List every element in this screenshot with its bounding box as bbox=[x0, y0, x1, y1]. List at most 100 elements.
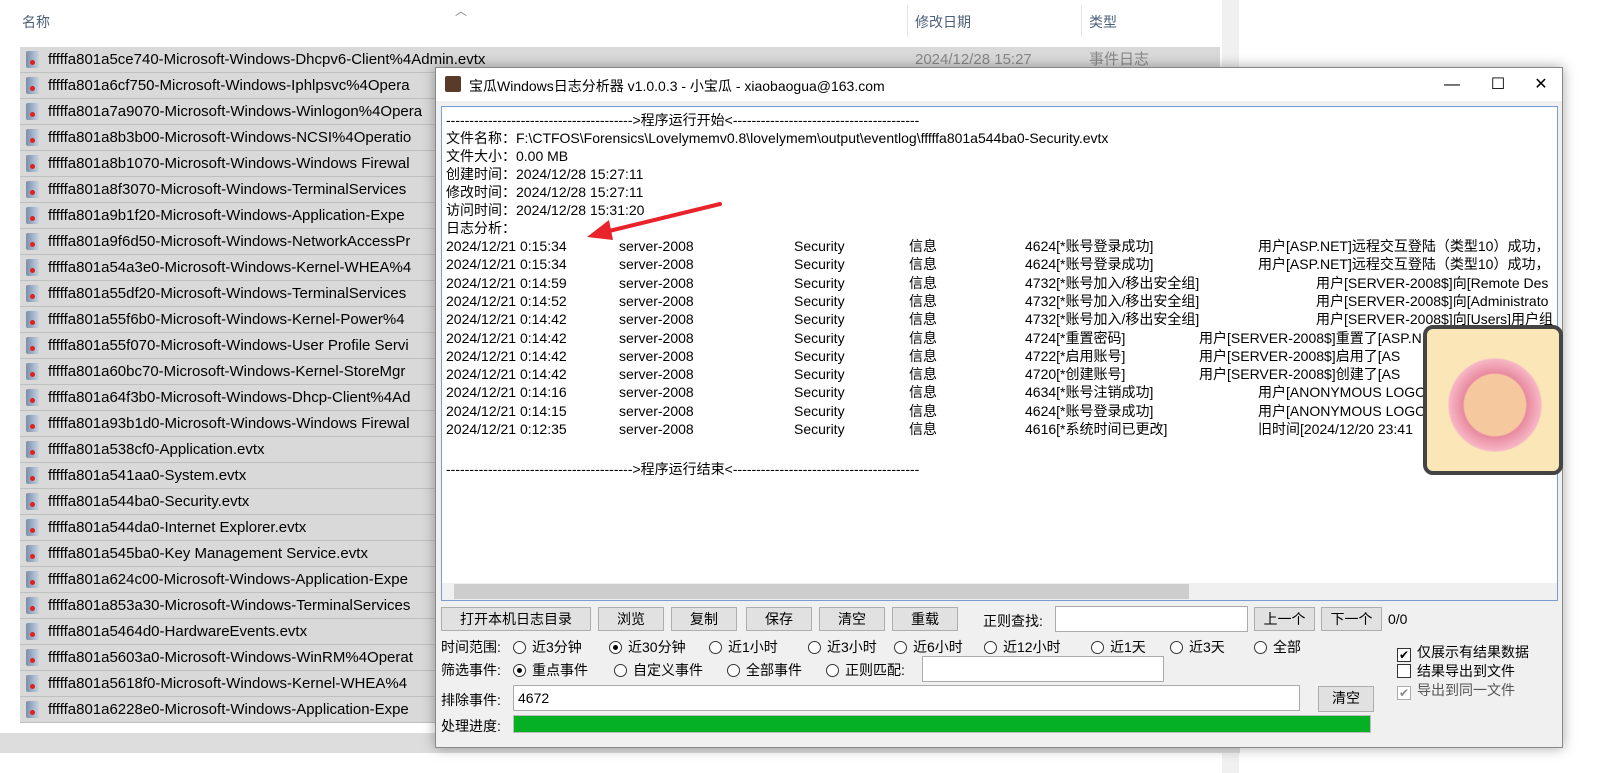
time-range-radio[interactable]: 近1天 bbox=[1091, 637, 1146, 657]
log-entry-host: server-2008 bbox=[619, 421, 694, 437]
reload-button[interactable]: 重载 bbox=[892, 607, 958, 631]
next-match-button[interactable]: 下一个 bbox=[1321, 607, 1382, 631]
time-range-radio[interactable]: 全部 bbox=[1254, 637, 1301, 657]
close-button[interactable]: ✕ bbox=[1518, 68, 1564, 101]
filter-radio[interactable]: 重点事件 bbox=[513, 660, 588, 680]
radio-label: 全部 bbox=[1273, 639, 1301, 655]
column-header-type[interactable]: 类型 bbox=[1089, 12, 1117, 32]
event-log-file-icon bbox=[26, 233, 39, 250]
radio-circle-icon[interactable] bbox=[1170, 641, 1183, 654]
copy-button[interactable]: 复制 bbox=[671, 607, 737, 631]
title-bar[interactable]: 宝瓜Windows日志分析器 v1.0.0.3 - 小宝瓜 - xiaobaog… bbox=[436, 68, 1562, 101]
event-log-file-icon bbox=[26, 181, 39, 198]
filter-radio[interactable]: 正则匹配: bbox=[826, 660, 905, 680]
radio-circle-icon[interactable] bbox=[826, 664, 839, 677]
log-entry-row: 2024/12/21 0:14:42 server-2008 Security 信息 4… bbox=[446, 365, 1557, 383]
time-range-radio[interactable]: 近3天 bbox=[1170, 637, 1225, 657]
scrollbar-thumb[interactable] bbox=[454, 584, 1189, 599]
cartoon-sticker-image bbox=[1423, 325, 1563, 475]
option-checkbox[interactable]: ✔ 仅展示有结果数据 bbox=[1397, 642, 1529, 662]
file-name: fffffa801a55df20-Microsoft-Windows-Termi… bbox=[48, 285, 407, 302]
log-horizontal-scrollbar[interactable] bbox=[442, 583, 1557, 600]
file-name: fffffa801a55f6b0-Microsoft-Windows-Kerne… bbox=[48, 311, 405, 328]
event-log-file-icon bbox=[26, 103, 39, 120]
checkbox-icon[interactable]: ✔ bbox=[1397, 648, 1411, 662]
previous-match-button[interactable]: 上一个 bbox=[1254, 607, 1315, 631]
radio-label: 重点事件 bbox=[532, 662, 588, 678]
time-range-radio[interactable]: 近30分钟 bbox=[609, 637, 686, 657]
checkbox-icon[interactable] bbox=[1397, 664, 1411, 678]
checkbox-label: 导出到同一文件 bbox=[1417, 682, 1515, 698]
save-button[interactable]: 保存 bbox=[746, 607, 812, 631]
log-entry-host: server-2008 bbox=[619, 292, 694, 309]
radio-circle-icon[interactable] bbox=[709, 641, 722, 654]
log-output[interactable]: ----------------------------------------… bbox=[441, 106, 1558, 601]
file-name: fffffa801a60bc70-Microsoft-Windows-Kerne… bbox=[48, 363, 406, 380]
radio-label: 近6小时 bbox=[913, 639, 963, 655]
filter-radio[interactable]: 全部事件 bbox=[727, 660, 802, 680]
filter-radio[interactable]: 自定义事件 bbox=[614, 660, 703, 680]
log-entry-desc: 用户[ANONYMOUS LOGO bbox=[1258, 402, 1427, 419]
file-name: fffffa801a9f6d50-Microsoft-Windows-Netwo… bbox=[48, 233, 411, 250]
column-divider[interactable] bbox=[1081, 5, 1082, 37]
radio-circle-icon[interactable] bbox=[614, 664, 627, 677]
regex-search-input[interactable] bbox=[1055, 606, 1248, 632]
log-entry-time: 2024/12/21 0:14:15 bbox=[446, 402, 567, 419]
radio-circle-icon[interactable] bbox=[513, 664, 526, 677]
column-divider[interactable] bbox=[907, 5, 908, 37]
browse-button[interactable]: 浏览 bbox=[598, 607, 664, 631]
filter-regex-input[interactable] bbox=[922, 656, 1164, 682]
log-entry-time: 2024/12/21 0:12:35 bbox=[446, 421, 567, 437]
log-start-line: ----------------------------------------… bbox=[446, 112, 920, 128]
event-log-file-icon bbox=[26, 545, 39, 562]
checkbox-icon[interactable]: ✔ bbox=[1397, 686, 1411, 700]
radio-circle-icon[interactable] bbox=[609, 641, 622, 654]
radio-circle-icon[interactable] bbox=[513, 641, 526, 654]
option-checkbox[interactable]: ✔ 导出到同一文件 bbox=[1397, 680, 1515, 700]
radio-circle-icon[interactable] bbox=[727, 664, 740, 677]
event-log-file-icon bbox=[26, 415, 39, 432]
exclude-events-input[interactable]: 4672 bbox=[513, 685, 1300, 711]
log-entry-event: 4724[*重置密码] bbox=[1025, 329, 1126, 346]
log-entry-row: 2024/12/21 0:14:15 server-2008 Security 信息 4… bbox=[446, 402, 1557, 420]
open-local-logs-button[interactable]: 打开本机日志目录 bbox=[441, 607, 591, 631]
log-entry-desc: 用户[ASP.NET]远程交互登陆（类型10）成功， bbox=[1258, 256, 1550, 273]
maximize-button[interactable]: ☐ bbox=[1475, 68, 1521, 101]
red-arrow-annotation bbox=[587, 202, 722, 240]
log-entry-source: Security bbox=[794, 421, 845, 437]
file-name: fffffa801a54a3e0-Microsoft-Windows-Kerne… bbox=[48, 259, 412, 276]
radio-circle-icon[interactable] bbox=[984, 641, 997, 654]
radio-circle-icon[interactable] bbox=[894, 641, 907, 654]
clear-exclude-button[interactable]: 清空 bbox=[1318, 686, 1374, 712]
time-range-radio[interactable]: 近3分钟 bbox=[513, 637, 582, 657]
event-log-file-icon bbox=[26, 207, 39, 224]
event-log-file-icon bbox=[26, 77, 39, 94]
log-entry-time: 2024/12/21 0:14:52 bbox=[446, 292, 567, 309]
log-entry-source: Security bbox=[794, 384, 845, 401]
event-log-file-icon bbox=[26, 701, 39, 718]
log-entry-source: Security bbox=[794, 238, 845, 254]
time-range-radio[interactable]: 近3小时 bbox=[808, 637, 877, 657]
file-name: fffffa801a8b3b00-Microsoft-Windows-NCSI%… bbox=[48, 129, 412, 146]
column-header-modified[interactable]: 修改日期 bbox=[915, 12, 971, 32]
radio-circle-icon[interactable] bbox=[1091, 641, 1104, 654]
file-name: fffffa801a7a9070-Microsoft-Windows-Winlo… bbox=[48, 103, 423, 120]
file-name: fffffa801a5464d0-HardwareEvents.evtx bbox=[48, 623, 308, 640]
time-range-radio[interactable]: 近1小时 bbox=[709, 637, 778, 657]
minimize-button[interactable]: — bbox=[1429, 68, 1475, 101]
log-entry-level: 信息 bbox=[909, 238, 937, 254]
file-name: fffffa801a6cf750-Microsoft-Windows-Iphlp… bbox=[48, 77, 410, 94]
time-range-label: 时间范围: bbox=[441, 639, 501, 655]
log-entry-level: 信息 bbox=[909, 274, 937, 291]
event-log-file-icon bbox=[26, 467, 39, 484]
radio-label: 近12小时 bbox=[1003, 639, 1061, 655]
radio-circle-icon[interactable] bbox=[808, 641, 821, 654]
time-range-radio[interactable]: 近12小时 bbox=[984, 637, 1061, 657]
radio-circle-icon[interactable] bbox=[1254, 641, 1267, 654]
column-header-name[interactable]: 名称 bbox=[22, 12, 50, 32]
log-entry-event: 4720[*创建账号] bbox=[1025, 366, 1126, 383]
option-checkbox[interactable]: 结果导出到文件 bbox=[1397, 661, 1515, 681]
time-range-radio[interactable]: 近6小时 bbox=[894, 637, 963, 657]
clear-log-button[interactable]: 清空 bbox=[819, 607, 885, 631]
log-entry-row: 2024/12/21 0:12:35 server-2008 Security 信息 4… bbox=[446, 420, 1557, 438]
